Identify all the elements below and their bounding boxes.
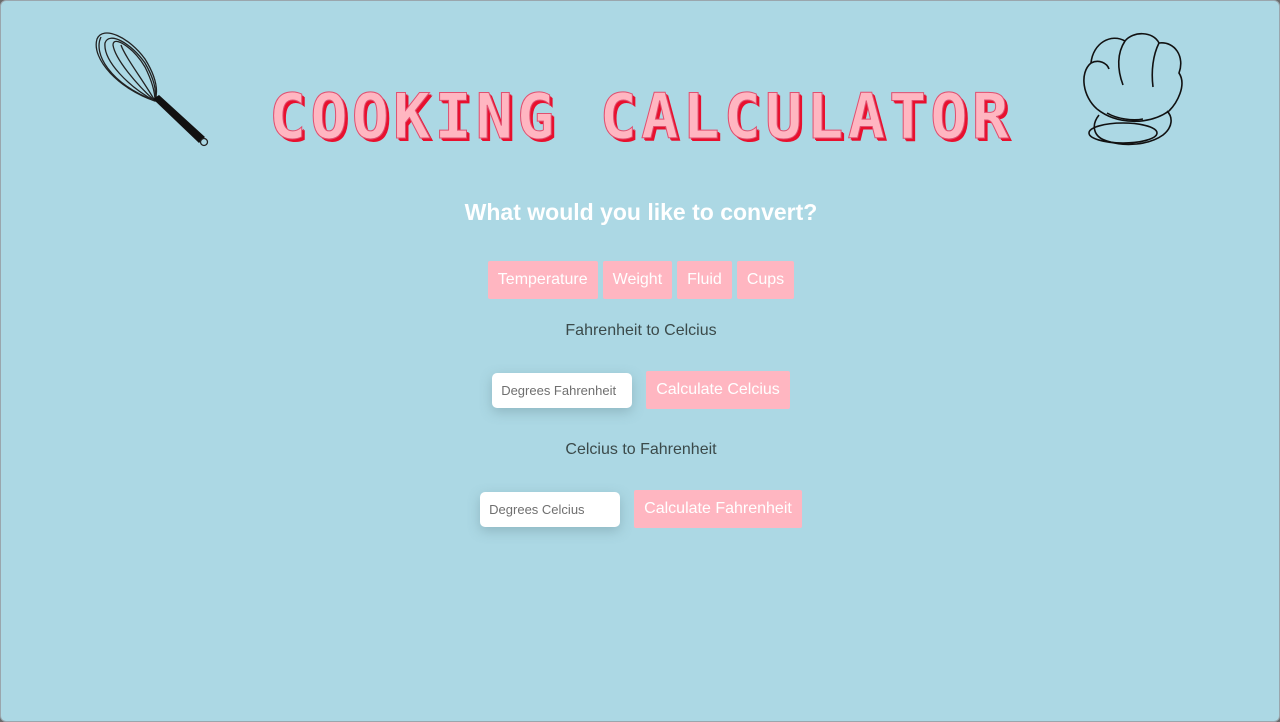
- tab-temperature[interactable]: Temperature: [487, 261, 598, 299]
- tab-fluid[interactable]: Fluid: [677, 261, 732, 299]
- tab-weight[interactable]: Weight: [602, 261, 673, 299]
- tab-cups[interactable]: Cups: [736, 261, 795, 299]
- fahrenheit-to-celcius-label: Fahrenheit to Celcius: [565, 322, 717, 339]
- app-window: COOKING CALCULATOR What would you like t…: [0, 0, 1280, 722]
- fahrenheit-to-celcius-row: Calculate Celcius: [1, 371, 1279, 409]
- page-title: COOKING CALCULATOR: [269, 80, 1013, 154]
- degrees-celcius-input[interactable]: [480, 491, 621, 527]
- calculate-celcius-button[interactable]: Calculate Celcius: [646, 371, 790, 409]
- degrees-fahrenheit-input[interactable]: [492, 372, 633, 408]
- convert-question-heading: What would you like to convert?: [464, 199, 818, 225]
- celcius-to-fahrenheit-row: Calculate Fahrenheit: [1, 490, 1279, 528]
- calculate-fahrenheit-button[interactable]: Calculate Fahrenheit: [634, 490, 802, 528]
- celcius-to-fahrenheit-label: Celcius to Fahrenheit: [565, 441, 717, 458]
- conversion-tabs: Temperature Weight Fluid Cups: [1, 261, 1279, 299]
